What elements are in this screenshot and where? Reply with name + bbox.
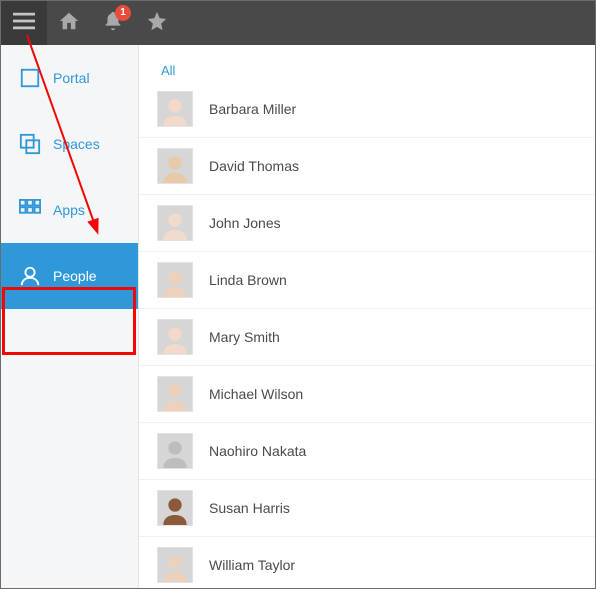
person-row[interactable]: John Jones — [139, 195, 595, 252]
person-row[interactable]: Susan Harris — [139, 480, 595, 537]
person-name: William Taylor — [209, 557, 295, 573]
person-row[interactable]: Linda Brown — [139, 252, 595, 309]
person-name: Susan Harris — [209, 500, 290, 516]
sidebar-item-label: Spaces — [53, 136, 100, 152]
person-row[interactable]: Mary Smith — [139, 309, 595, 366]
person-name: Barbara Miller — [209, 101, 296, 117]
person-row[interactable]: David Thomas — [139, 138, 595, 195]
people-icon — [19, 265, 41, 287]
people-list: Barbara Miller David Thomas John Jones Lind… — [139, 75, 595, 588]
avatar — [157, 262, 193, 298]
portal-icon — [19, 67, 41, 89]
person-row[interactable]: Michael Wilson — [139, 366, 595, 423]
sidebar-item-label: Apps — [53, 202, 85, 218]
avatar — [157, 148, 193, 184]
sidebar-item-spaces[interactable]: Spaces — [1, 111, 138, 177]
sidebar-item-apps[interactable]: Apps — [1, 177, 138, 243]
home-button[interactable] — [47, 1, 91, 45]
person-row[interactable]: William Taylor — [139, 537, 595, 588]
person-name: Linda Brown — [209, 272, 287, 288]
person-name: Mary Smith — [209, 329, 280, 345]
sidebar-item-label: People — [53, 268, 97, 284]
avatar — [157, 490, 193, 526]
filter-label: All — [161, 63, 175, 78]
sidebar: Portal Spaces — [1, 45, 139, 588]
avatar — [157, 319, 193, 355]
avatar — [157, 91, 193, 127]
apps-icon — [19, 199, 41, 221]
main-content: All Barbara Miller David Thomas John Jones… — [139, 45, 595, 588]
avatar — [157, 547, 193, 583]
avatar — [157, 376, 193, 412]
home-icon — [58, 10, 80, 37]
hamburger-menu-button[interactable] — [1, 1, 47, 45]
person-name: John Jones — [209, 215, 281, 231]
notifications-button[interactable]: 1 — [91, 1, 135, 45]
spaces-icon — [19, 133, 41, 155]
notification-badge: 1 — [115, 5, 131, 21]
favorites-button[interactable] — [135, 1, 179, 45]
avatar — [157, 433, 193, 469]
person-row[interactable]: Barbara Miller — [139, 81, 595, 138]
sidebar-item-portal[interactable]: Portal — [1, 45, 138, 111]
avatar — [157, 205, 193, 241]
sidebar-item-people[interactable]: People — [1, 243, 138, 309]
person-name: Michael Wilson — [209, 386, 303, 402]
person-row[interactable]: Naohiro Nakata — [139, 423, 595, 480]
topbar: 1 — [1, 1, 595, 45]
person-name: David Thomas — [209, 158, 299, 174]
sidebar-item-label: Portal — [53, 70, 90, 86]
filter-all[interactable]: All — [139, 45, 595, 75]
hamburger-icon — [13, 12, 35, 35]
person-name: Naohiro Nakata — [209, 443, 306, 459]
star-icon — [146, 10, 168, 37]
